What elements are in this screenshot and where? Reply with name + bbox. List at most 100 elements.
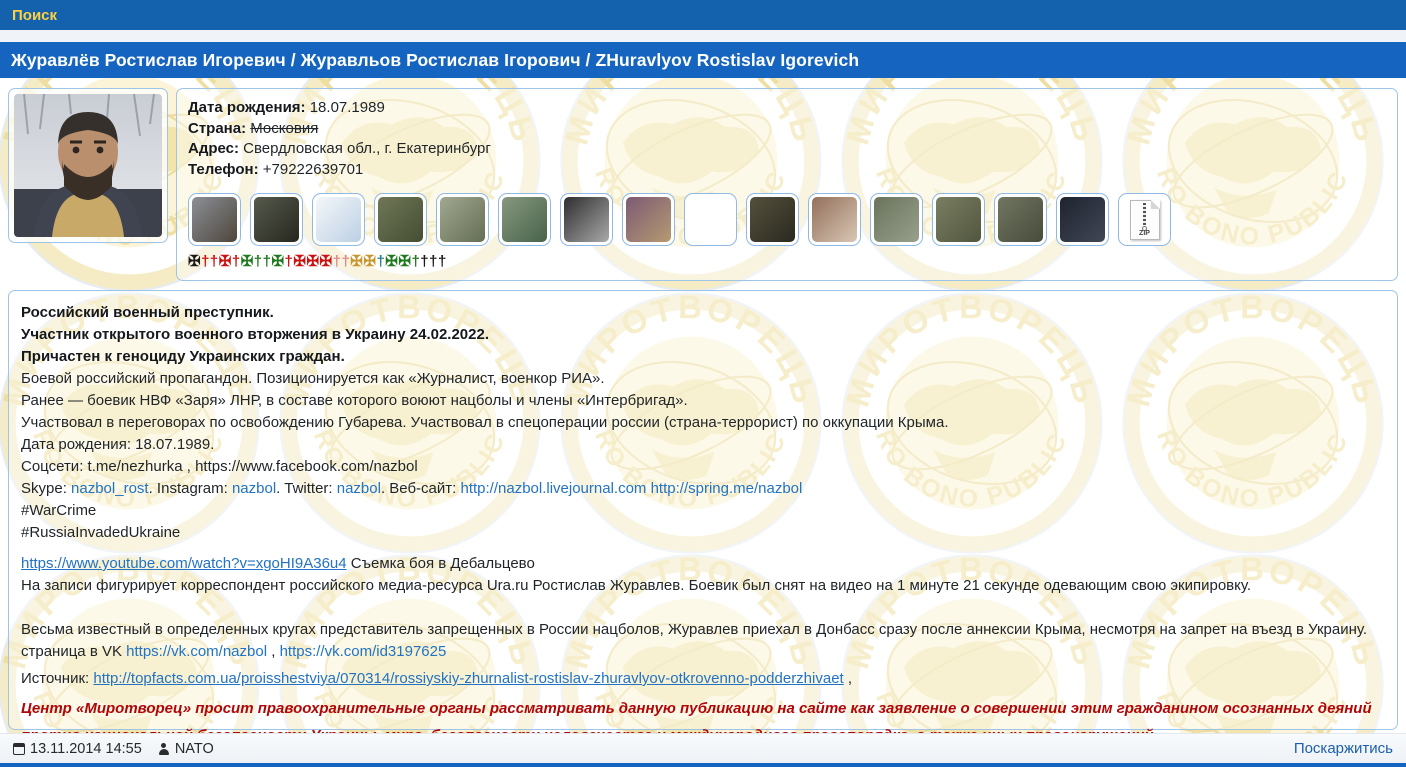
page: Поиск Журавлёв Ростислав Игоревич / Жура… <box>0 0 1406 767</box>
photo-thumbnail-man-in-black-beret-press-vest[interactable] <box>250 193 303 246</box>
thumbnail-image <box>998 197 1043 242</box>
thumbnail-image <box>254 197 299 242</box>
calendar-icon <box>13 743 25 755</box>
inline-link[interactable]: http://spring.me/nazbol <box>651 480 803 497</box>
text-segment: Участвовал в переговорах по освобождению… <box>21 414 949 431</box>
text-segment: Российский военный преступник. <box>21 304 274 321</box>
cross-icon: † <box>420 253 429 270</box>
text-segment: #WarCrime <box>21 502 96 519</box>
dossier-line: Участвовал в переговорах по освобождению… <box>21 412 1385 434</box>
inline-link[interactable]: https://vk.com/nazbol <box>126 643 267 660</box>
photo-thumbnail-two-bearded-men-dark-selfie[interactable] <box>1056 193 1109 246</box>
info-field-row: Дата рождения: 18.07.1989 <box>188 98 1386 119</box>
dossier-line: https://www.youtube.com/watch?v=xgoHI9A3… <box>21 553 1385 575</box>
photo-thumbnails-row: ZIP <box>188 193 1386 246</box>
cross-icon: ✠ <box>271 253 284 270</box>
photo-thumbnail-soldiers-group-dark-room[interactable] <box>746 193 799 246</box>
cross-icon: ✠ <box>350 253 363 270</box>
search-menu-link[interactable]: Поиск <box>12 7 57 24</box>
photo-thumbnail-group-with-women-in-dresses[interactable] <box>808 193 861 246</box>
photo-thumbnail-group-of-seated-soldiers[interactable] <box>994 193 1047 246</box>
photo-thumbnail-bearded-man-portrait[interactable] <box>188 193 241 246</box>
info-field-value: Свердловская обл., г. Екатеринбург <box>243 140 491 157</box>
crosses-row: ✠††✠†✠††✠†✠✠✠††✠✠†✠✠†††† <box>188 254 1386 270</box>
dossier-line: Соцсети: t.me/nezhurka , https://www.fac… <box>21 456 1385 478</box>
text-segment: . Twitter: <box>276 480 337 497</box>
thumbnail-image <box>812 197 857 242</box>
inline-link[interactable]: nazbol <box>337 480 381 497</box>
blank-line <box>21 597 1385 619</box>
thumbnail-image <box>874 197 919 242</box>
text-segment: Источник: <box>21 670 93 687</box>
inline-link[interactable]: https://vk.com/id3197625 <box>280 643 447 660</box>
content-area: МИРОТВОРЕЦЬ PRO BONO PUBLICO МИРОТВОРЕЦЬ… <box>0 78 1406 733</box>
photo-thumbnail-photo-collage-grid[interactable] <box>436 193 489 246</box>
cross-icon: ✠ <box>363 253 376 270</box>
info-field-row: Страна: Московия <box>188 119 1386 140</box>
dossier-line: Боевой российский пропагандон. Позициони… <box>21 368 1385 390</box>
info-field-value: +79222639701 <box>263 161 364 178</box>
info-field-row: Адрес: Свердловская обл., г. Екатеринбур… <box>188 139 1386 160</box>
text-segment: страница в VK <box>21 643 126 660</box>
text-segment: На записи фигурирует корреспондент росси… <box>21 577 1251 594</box>
dossier-line: На записи фигурирует корреспондент росси… <box>21 575 1385 597</box>
photo-thumbnail-large-group-of-armed-soldiers[interactable] <box>932 193 985 246</box>
cross-icon: † <box>341 253 350 270</box>
page-title: Журавлёв Ростислав Игоревич / Журавльов … <box>11 50 859 71</box>
cross-icon: ✠ <box>398 253 411 270</box>
profile-photo-card[interactable] <box>8 88 168 243</box>
profile-photo <box>14 94 162 237</box>
info-field-label: Телефон: <box>188 161 259 178</box>
photo-thumbnail-black-white-group-video-still[interactable] <box>560 193 613 246</box>
cross-icon: † <box>232 253 241 270</box>
thumbnail-image <box>316 197 361 242</box>
dossier-line: Источник: http://topfacts.com.ua/proissh… <box>21 668 1385 690</box>
photo-thumbnail-soldiers-near-military-truck[interactable] <box>870 193 923 246</box>
dossier-line: страница в VK https://vk.com/nazbol , ht… <box>21 641 1385 663</box>
dossier-text-card: Российский военный преступник. Участник о… <box>8 290 1398 730</box>
cross-icon: ✠ <box>188 253 201 270</box>
profile-title-bar: Журавлёв Ростислав Игоревич / Журавльов … <box>0 42 1406 78</box>
navbar-gap <box>0 30 1406 42</box>
bottom-accent-bar <box>0 763 1406 767</box>
text-segment: Ранее — боевик НВФ «Заря» ЛНР, в составе… <box>21 392 688 409</box>
inline-link[interactable]: nazbol <box>232 480 276 497</box>
publish-date-item: 13.11.2014 14:55 <box>13 741 142 757</box>
info-field-row: Телефон: +79222639701 <box>188 160 1386 181</box>
text-segment: Дата рождения: 18.07.1989. <box>21 436 214 453</box>
dossier-line: #RussiaInvadedUkraine <box>21 522 1385 544</box>
thumbnail-image <box>564 197 609 242</box>
report-link[interactable]: Поскаржитись <box>1294 740 1393 757</box>
dossier-line: Дата рождения: 18.07.1989. <box>21 434 1385 456</box>
photo-thumbnail-instagram-profile-screenshot[interactable] <box>312 193 365 246</box>
thumbnail-image <box>626 197 671 242</box>
info-fields: Дата рождения: 18.07.1989Страна: Москови… <box>188 98 1386 180</box>
inline-link[interactable]: nazbol_rost <box>71 480 149 497</box>
author-name: NATO <box>175 741 214 757</box>
cross-icon: ✠ <box>306 253 319 270</box>
thumbnail-image <box>750 197 795 242</box>
thumbnail-image <box>688 197 733 242</box>
cross-icon: † <box>438 253 447 270</box>
thumbnail-image <box>440 197 485 242</box>
text-segment: Причастен к геноциду Украинских граждан. <box>21 348 345 365</box>
dossier-line: Участник открытого военного вторжения в … <box>21 324 1385 346</box>
zip-attachment-thumbnail[interactable]: ZIP <box>1118 193 1171 246</box>
cross-icon: † <box>429 253 438 270</box>
text-segment: Соцсети: t.me/nezhurka , https://www.fac… <box>21 458 418 475</box>
dossier-line: Skype: nazbol_rost. Instagram: nazbol. T… <box>21 478 1385 500</box>
inline-link[interactable]: https://www.youtube.com/watch?v=xgoHI9A3… <box>21 555 347 572</box>
inline-link[interactable]: http://topfacts.com.ua/proisshestviya/07… <box>93 670 843 687</box>
info-field-value: 18.07.1989 <box>310 99 385 116</box>
photo-thumbnail-man-in-green-dress-uniform-cap[interactable] <box>498 193 551 246</box>
text-segment: , <box>267 643 280 660</box>
publish-date: 13.11.2014 14:55 <box>30 741 142 757</box>
thumbnail-image <box>378 197 423 242</box>
photo-thumbnail-two-soldiers-in-camo[interactable] <box>374 193 427 246</box>
photo-thumbnail-soldier-with-red-flag-indoors[interactable] <box>684 193 737 246</box>
text-segment: Съемка боя в Дебальцево <box>347 555 535 572</box>
photo-thumbnail-two-men-studio-portrait[interactable] <box>622 193 675 246</box>
inline-link[interactable]: http://nazbol.livejournal.com <box>460 480 646 497</box>
top-navbar: Поиск <box>0 0 1406 30</box>
thumbnail-image <box>502 197 547 242</box>
